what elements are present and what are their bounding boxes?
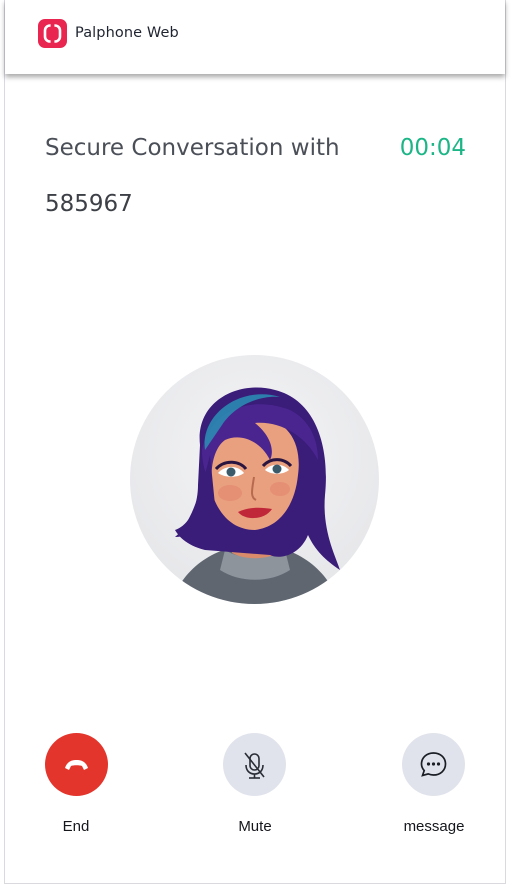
contact-number: 585967	[45, 191, 133, 217]
palphone-logo-icon	[38, 19, 67, 48]
phone-hangup-icon	[65, 760, 88, 770]
contact-avatar	[130, 355, 379, 604]
call-timer: 00:04	[399, 135, 466, 161]
app-header: Palphone Web	[5, 0, 505, 74]
message-button[interactable]	[402, 733, 465, 796]
call-title-row: Secure Conversation with 00:04	[45, 135, 466, 167]
chat-bubble-icon	[420, 752, 447, 777]
end-call-button[interactable]	[45, 733, 108, 796]
mute-button[interactable]	[223, 733, 286, 796]
conversation-title: Secure Conversation with	[45, 135, 340, 161]
mic-off-icon	[244, 752, 265, 779]
mute-label: Mute	[238, 818, 272, 835]
app-name: Palphone Web	[75, 25, 179, 41]
message-label: message	[403, 818, 465, 835]
end-call-label: End	[62, 818, 90, 835]
